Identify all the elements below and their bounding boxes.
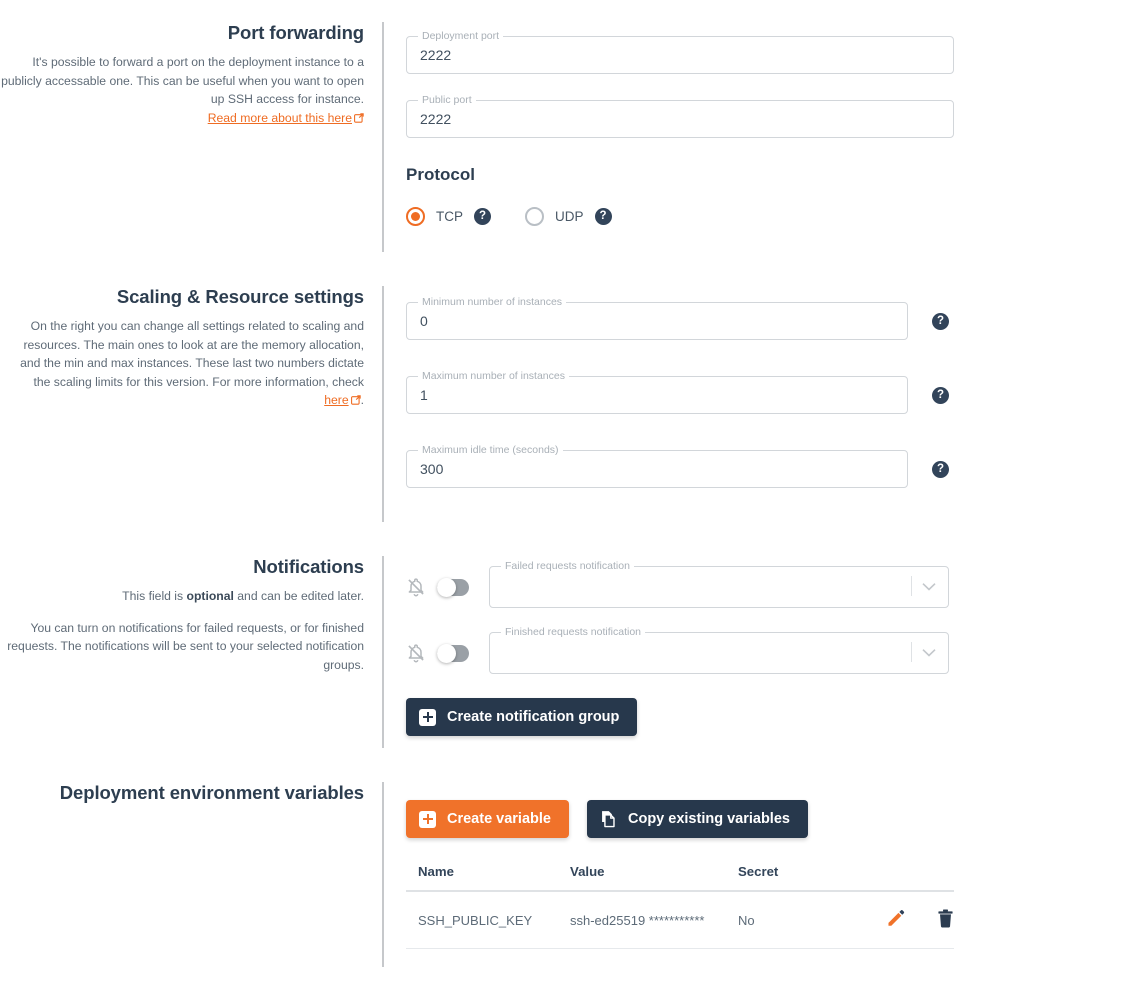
page-title-env-vars: Deployment environment variables	[59, 782, 364, 803]
deployment-port-label: Deployment port	[418, 30, 504, 43]
deployment-port-value: 2222	[420, 47, 452, 63]
min-instances-field[interactable]: Minimum number of instances 0	[406, 296, 908, 340]
section-deployment-environment-variables: Deployment environment variables Create …	[0, 782, 1030, 967]
page-title-port-forwarding: Port forwarding	[227, 22, 364, 43]
page-title-notifications: Notifications	[253, 556, 364, 577]
column-header-actions	[866, 864, 954, 892]
pencil-icon[interactable]	[886, 909, 905, 931]
public-port-label: Public port	[418, 94, 476, 107]
help-icon-udp[interactable]: ?	[594, 208, 612, 225]
port-forwarding-description-column: Port forwarding It's possible to forward…	[0, 22, 382, 252]
env-vars-toolbar: Create variable Copy existing variables	[406, 800, 1030, 838]
column-header-value: Value	[558, 864, 726, 892]
table-row: SSH_PUBLIC_KEY ssh-ed25519 *********** N…	[406, 891, 954, 949]
max-instances-value: 1	[420, 387, 428, 403]
cell-variable-secret: No	[726, 891, 866, 949]
trash-icon[interactable]	[937, 909, 954, 931]
scaling-description: On the right you can change all settings…	[0, 317, 364, 411]
max-idle-time-label: Maximum idle time (seconds)	[418, 444, 563, 457]
scaling-here-link[interactable]: here	[324, 393, 361, 408]
scaling-here-link-label: here	[324, 393, 349, 408]
max-instances-label: Maximum number of instances	[418, 370, 569, 383]
max-instances-field[interactable]: Maximum number of instances 1	[406, 370, 908, 414]
public-port-field[interactable]: Public port 2222	[406, 94, 954, 138]
failed-requests-notification-select[interactable]: Failed requests notification	[489, 560, 949, 608]
copy-icon	[600, 810, 617, 828]
create-notification-group-button[interactable]: Create notification group	[406, 698, 638, 736]
notifications-description-column: Notifications This field is optional and…	[0, 556, 382, 748]
scaling-form: Minimum number of instances 0 ? Maximum …	[384, 286, 1030, 522]
section-scaling-resources: Scaling & Resource settings On the right…	[0, 286, 1030, 522]
cell-row-actions	[866, 891, 954, 949]
notifications-description: You can turn on notifications for failed…	[7, 620, 364, 672]
finished-requests-notification-label: Finished requests notification	[501, 626, 645, 639]
max-idle-time-value: 300	[420, 461, 444, 477]
external-link-icon	[350, 392, 361, 411]
section-notifications: Notifications This field is optional and…	[0, 556, 1030, 748]
settings-page: Port forwarding It's possible to forward…	[0, 0, 1146, 982]
section-port-forwarding: Port forwarding It's possible to forward…	[0, 22, 1030, 252]
env-vars-table: Name Value Secret SSH_PUBLIC_KEY ssh-ed2…	[406, 864, 954, 949]
bell-off-icon-failed	[406, 577, 426, 597]
port-forwarding-description: It's possible to forward a port on the d…	[0, 53, 364, 128]
plus-square-icon	[419, 708, 436, 726]
scaling-description-tail: .	[360, 393, 364, 408]
scaling-description-text: On the right you can change all settings…	[20, 319, 364, 389]
notifications-optional-note: This field is optional and can be edited…	[0, 587, 364, 606]
scaling-description-column: Scaling & Resource settings On the right…	[0, 286, 382, 522]
toggle-failed-requests-notification[interactable]	[437, 577, 469, 597]
select-separator	[911, 642, 912, 662]
protocol-heading: Protocol	[406, 165, 475, 184]
chevron-down-icon	[922, 583, 936, 592]
min-instances-value: 0	[420, 313, 428, 329]
help-icon-tcp[interactable]: ?	[474, 208, 491, 225]
env-vars-description-column: Deployment environment variables	[0, 782, 382, 967]
protocol-radio-group: TCP ? UDP ?	[406, 207, 1030, 226]
create-variable-button[interactable]: Create variable	[406, 800, 569, 838]
finished-requests-notification-select[interactable]: Finished requests notification	[489, 626, 949, 674]
deployment-port-field[interactable]: Deployment port 2222	[406, 30, 954, 74]
notifications-note-prefix: This field is	[122, 589, 187, 603]
toggle-finished-requests-notification[interactable]	[437, 643, 469, 663]
column-header-secret: Secret	[726, 864, 866, 892]
external-link-icon	[354, 110, 364, 129]
read-more-link-label: Read more about this here	[207, 110, 352, 125]
copy-existing-variables-button[interactable]: Copy existing variables	[586, 800, 808, 838]
help-icon-min-instances[interactable]: ?	[932, 312, 949, 330]
create-notification-group-label: Create notification group	[447, 709, 620, 725]
page-title-scaling: Scaling & Resource settings	[116, 286, 364, 307]
copy-existing-variables-label: Copy existing variables	[627, 811, 790, 827]
port-forwarding-description-text: It's possible to forward a port on the d…	[1, 55, 364, 107]
bell-off-icon-finished	[406, 643, 426, 663]
radio-udp-label: UDP	[555, 209, 584, 224]
create-variable-label: Create variable	[447, 811, 551, 827]
min-instances-label: Minimum number of instances	[418, 296, 567, 309]
select-separator	[911, 576, 912, 596]
plus-square-icon	[419, 810, 436, 828]
radio-tcp-label: TCP	[436, 209, 463, 224]
notifications-note-suffix: and can be edited later.	[233, 589, 364, 603]
failed-requests-notification-label: Failed requests notification	[501, 560, 634, 573]
max-idle-time-field[interactable]: Maximum idle time (seconds) 300	[406, 444, 908, 488]
help-icon-max-instances[interactable]: ?	[932, 386, 949, 404]
cell-variable-value: ssh-ed25519 ***********	[558, 891, 726, 949]
chevron-down-icon	[922, 649, 936, 658]
cell-variable-name: SSH_PUBLIC_KEY	[406, 891, 558, 949]
help-icon-max-idle-time[interactable]: ?	[932, 460, 949, 478]
notifications-form: Failed requests notification Finished re…	[384, 556, 1030, 748]
port-forwarding-form: Deployment port 2222 Public port 2222 Pr…	[384, 22, 1030, 252]
public-port-value: 2222	[420, 111, 452, 127]
radio-udp[interactable]	[525, 207, 544, 226]
table-header-row: Name Value Secret	[406, 864, 954, 892]
notifications-note-emphasis: optional	[186, 589, 234, 603]
env-vars-content: Create variable Copy existing variables …	[384, 782, 1030, 967]
radio-tcp[interactable]	[406, 207, 425, 226]
column-header-name: Name	[406, 864, 558, 892]
read-more-link[interactable]: Read more about this here	[208, 111, 364, 125]
